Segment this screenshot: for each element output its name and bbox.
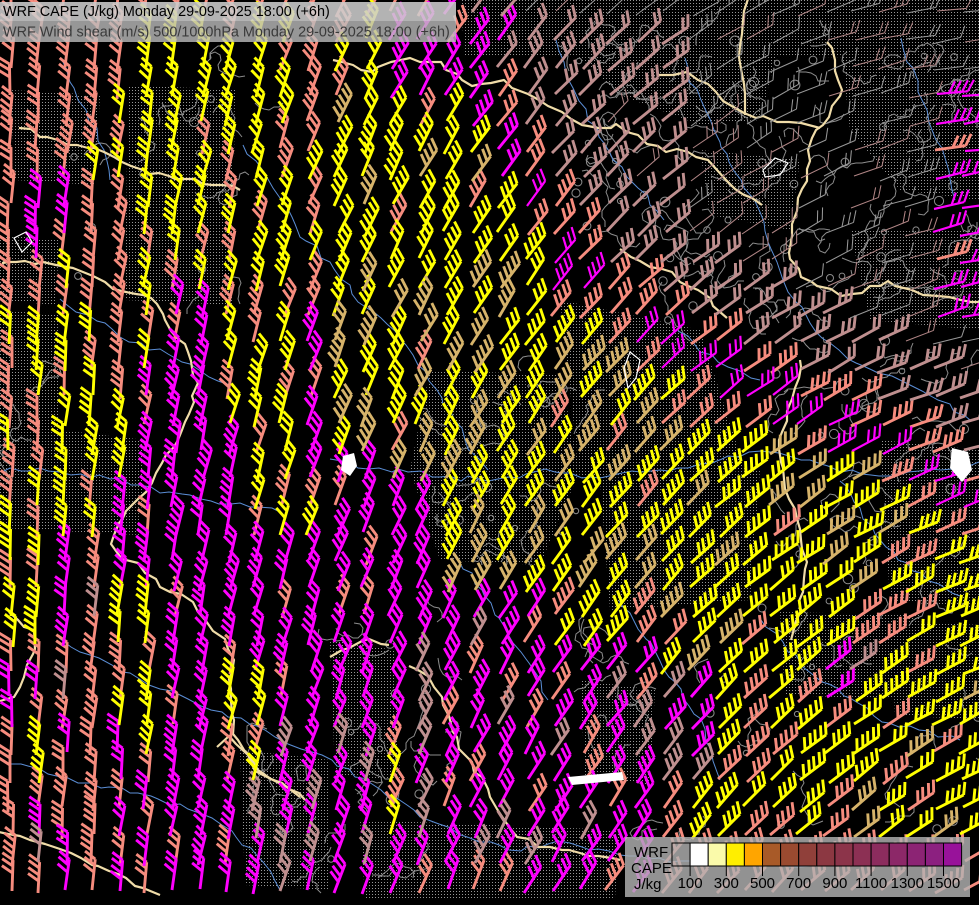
svg-text:300: 300 [714, 875, 739, 892]
svg-text:700: 700 [786, 875, 811, 892]
svg-text:900: 900 [822, 875, 847, 892]
svg-text:1300: 1300 [891, 875, 924, 892]
svg-text:WRF: WRF [634, 844, 668, 861]
svg-text:100: 100 [678, 875, 703, 892]
svg-text:J/kg: J/kg [634, 876, 662, 893]
svg-text:CAPE: CAPE [631, 860, 672, 877]
svg-text:1100: 1100 [855, 875, 887, 892]
svg-text:1500: 1500 [927, 875, 960, 892]
svg-text:500: 500 [750, 875, 775, 892]
svg-text:WRF Wind shear (m/s) 500/1000h: WRF Wind shear (m/s) 500/1000hPa Monday … [3, 25, 450, 41]
svg-text:WRF CAPE (J/kg) Monday 29-09-2: WRF CAPE (J/kg) Monday 29-09-2025 18:00 … [3, 4, 330, 20]
